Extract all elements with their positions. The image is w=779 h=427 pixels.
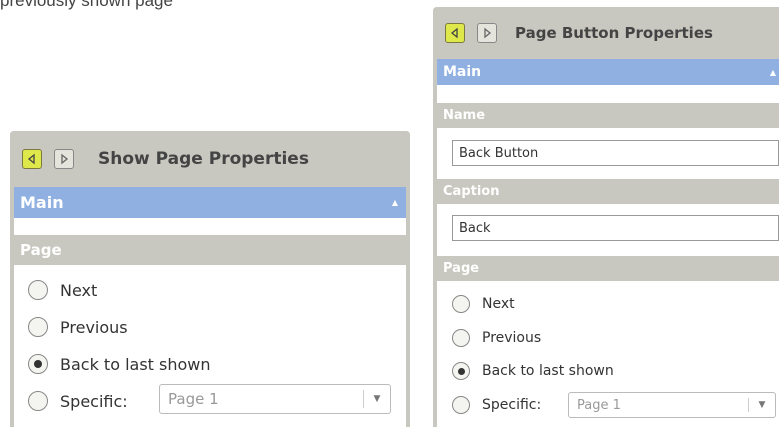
radio-button-selected[interactable] [28,354,48,374]
dropdown-arrow-icon: ▼ [758,400,766,410]
panel-titlebar: Show Page Properties [10,131,410,187]
dropdown-arrow-icon: ▼ [373,394,381,404]
name-section-label: Name [443,108,486,123]
select-value: Page 1 [168,390,219,408]
main-section-header[interactable]: Main ▲ [437,59,779,85]
forward-arrow-icon [61,153,69,165]
show-page-properties-panel: Show Page Properties Main ▲ Page Next Pr… [10,131,410,427]
page-section-label: Page [20,241,62,259]
main-section-header[interactable]: Main ▲ [14,187,406,218]
collapse-up-icon: ▲ [391,198,398,207]
back-button[interactable] [22,149,42,169]
radio-next[interactable]: Next [452,294,515,314]
radio-previous[interactable]: Previous [452,328,541,348]
radio-label: Next [60,280,98,300]
radio-button[interactable] [28,391,48,411]
main-section-label: Main [20,193,64,212]
specific-page-select[interactable]: Page 1 ▼ [159,384,391,414]
radio-label: Back to last shown [60,354,211,374]
back-button[interactable] [445,23,465,43]
radio-button[interactable] [28,280,48,300]
caption-section-header: Caption [437,179,779,204]
radio-button[interactable] [28,317,48,337]
collapse-up-icon: ▲ [769,67,776,77]
forward-button[interactable] [54,149,74,169]
radio-label: Back to last shown [482,363,614,379]
main-section-label: Main [443,64,482,80]
select-value: Page 1 [577,397,621,413]
forward-button[interactable] [477,23,497,43]
radio-label: Next [482,296,515,312]
radio-label: Specific: [60,391,128,411]
name-field-value: Back Button [459,145,539,161]
panel-title: Show Page Properties [98,149,309,169]
page-section-label: Page [443,261,480,276]
radio-button[interactable] [452,295,470,313]
panel-title: Page Button Properties [515,24,713,42]
radio-label: Specific: [482,397,542,413]
radio-button-selected[interactable] [452,362,470,380]
specific-page-select[interactable]: Page 1 ▼ [568,392,776,418]
radio-previous[interactable]: Previous [28,315,128,339]
radio-back-to-last-shown[interactable]: Back to last shown [28,352,211,376]
radio-button[interactable] [452,396,470,414]
radio-button[interactable] [452,329,470,347]
caption-section-label: Caption [443,184,500,199]
radio-label: Previous [482,330,542,346]
radio-specific[interactable]: Specific: [28,389,128,413]
panel-titlebar: Page Button Properties [433,7,779,59]
caption-field-value: Back [459,220,491,236]
back-arrow-icon [450,27,458,39]
radio-specific[interactable]: Specific: [452,395,541,415]
back-arrow-icon [27,153,35,165]
radio-back-to-last-shown[interactable]: Back to last shown [452,361,614,381]
radio-next[interactable]: Next [28,278,97,302]
caption-field[interactable]: Back [452,215,779,241]
name-section-header: Name [437,103,779,128]
page-button-properties-panel: Page Button Properties Main ▲ Name Back … [433,7,779,427]
forward-arrow-icon [484,27,492,39]
radio-label: Previous [60,317,128,337]
caption-fragment: previously shown page [0,0,173,10]
name-field[interactable]: Back Button [452,140,779,166]
page-section-header: Page [14,235,406,265]
page-section-header: Page [437,256,779,281]
